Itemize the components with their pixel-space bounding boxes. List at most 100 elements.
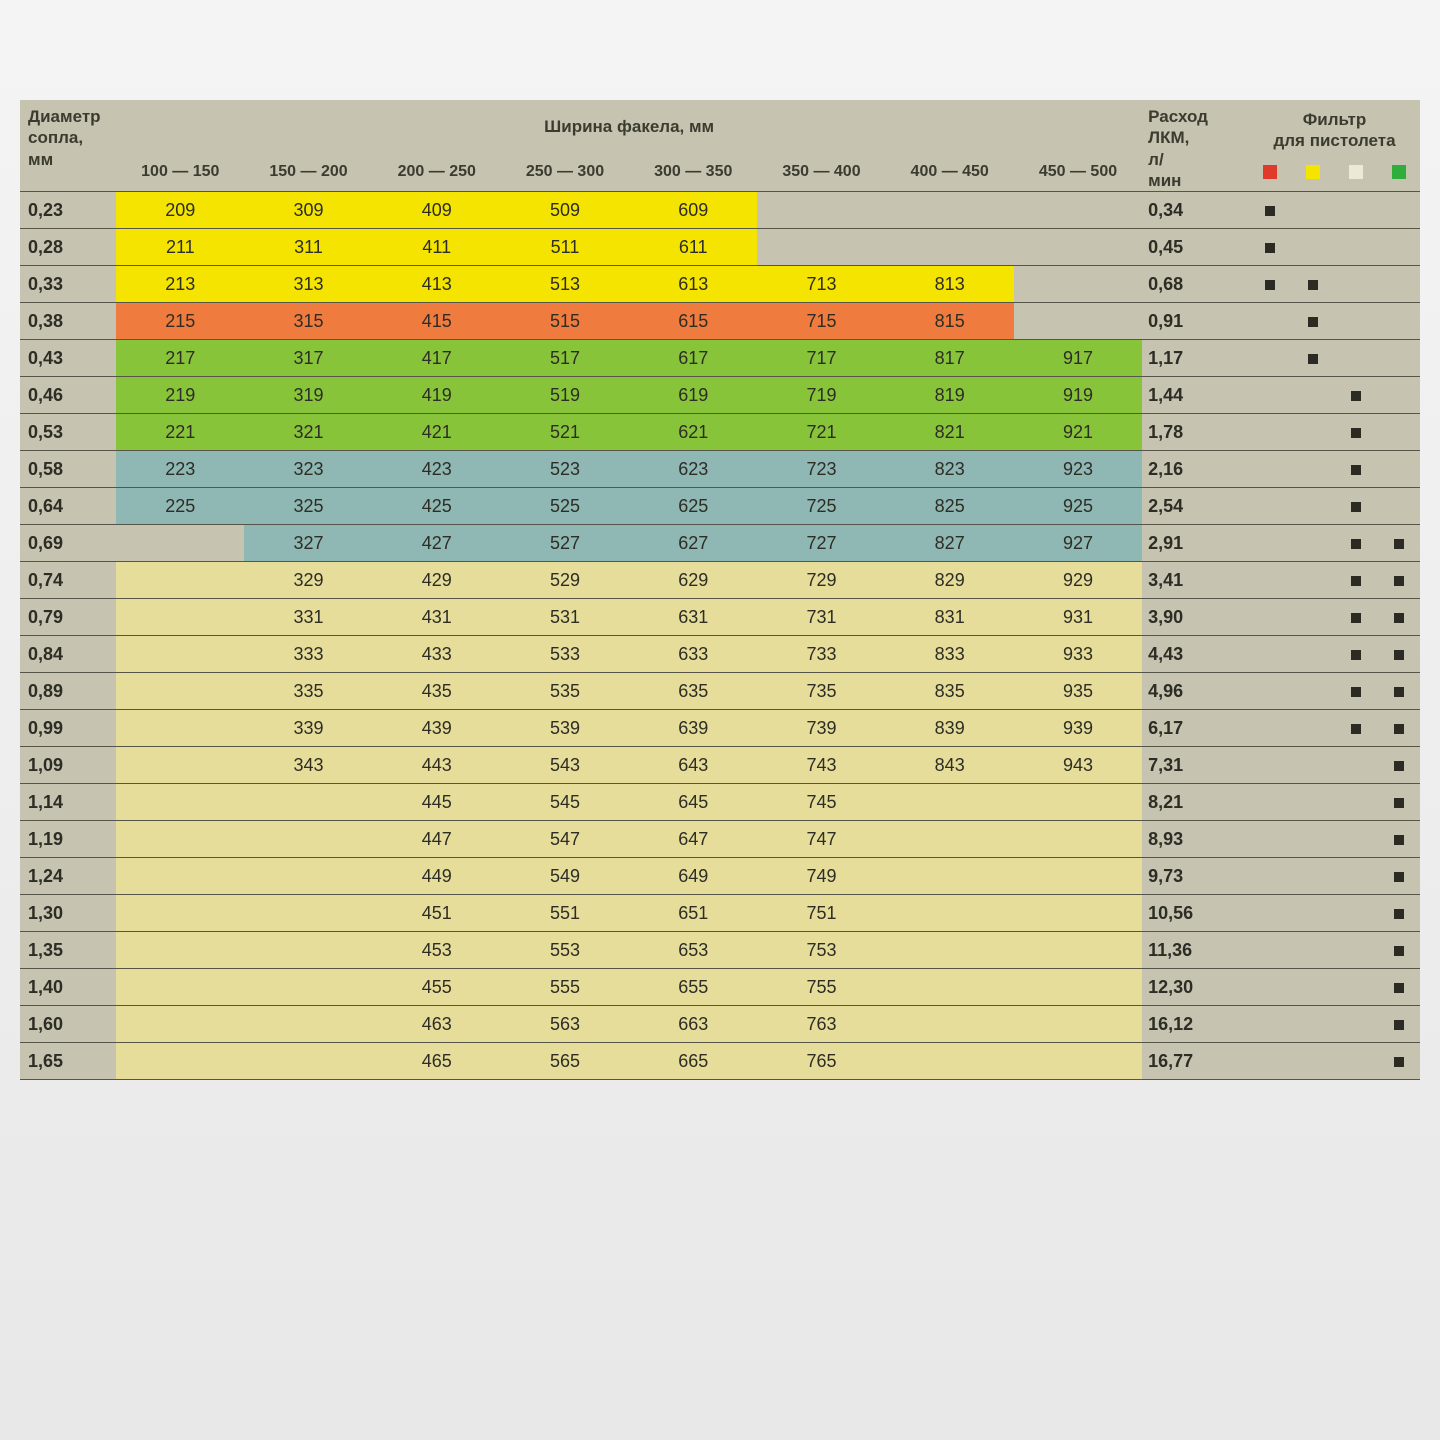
cell-value: 713 [757, 266, 885, 303]
cell-filter-mark [1292, 821, 1335, 858]
cell-value: 325 [244, 488, 372, 525]
cell-filter-mark [1334, 229, 1377, 266]
cell-diameter: 1,19 [20, 821, 116, 858]
cell-value: 923 [1014, 451, 1142, 488]
cell-filter-mark [1249, 303, 1292, 340]
cell-value: 825 [886, 488, 1014, 525]
cell-value: 755 [757, 969, 885, 1006]
cell-filter-mark [1334, 821, 1377, 858]
cell-value: 725 [757, 488, 885, 525]
cell-value: 729 [757, 562, 885, 599]
cell-value [116, 932, 244, 969]
cell-value: 749 [757, 858, 885, 895]
cell-value: 323 [244, 451, 372, 488]
cell-filter-mark [1377, 1043, 1420, 1080]
cell-value: 313 [244, 266, 372, 303]
cell-value: 823 [886, 451, 1014, 488]
cell-diameter: 1,60 [20, 1006, 116, 1043]
cell-filter-mark [1249, 673, 1292, 710]
cell-filter-mark [1377, 599, 1420, 636]
cell-filter-mark [1377, 636, 1420, 673]
cell-diameter: 0,23 [20, 192, 116, 229]
cell-filter-mark [1249, 451, 1292, 488]
cell-value [886, 784, 1014, 821]
cell-value: 615 [629, 303, 757, 340]
cell-value: 445 [373, 784, 501, 821]
cell-diameter: 1,24 [20, 858, 116, 895]
cell-value: 747 [757, 821, 885, 858]
cell-filter-mark [1249, 525, 1292, 562]
table-row: 1,194475476477478,93 [20, 821, 1420, 858]
cell-value: 813 [886, 266, 1014, 303]
table-row: 1,4045555565575512,30 [20, 969, 1420, 1006]
cell-value: 335 [244, 673, 372, 710]
cell-value: 619 [629, 377, 757, 414]
cell-value [116, 784, 244, 821]
cell-filter-mark [1334, 784, 1377, 821]
cell-value: 219 [116, 377, 244, 414]
cell-value: 817 [886, 340, 1014, 377]
cell-value: 649 [629, 858, 757, 895]
cell-value: 523 [501, 451, 629, 488]
cell-value: 545 [501, 784, 629, 821]
cell-diameter: 0,84 [20, 636, 116, 673]
cell-filter-mark [1377, 858, 1420, 895]
cell-value: 645 [629, 784, 757, 821]
table-row: 0,432173174175176177178179171,17 [20, 340, 1420, 377]
cell-filter-mark [1334, 451, 1377, 488]
cell-value [886, 192, 1014, 229]
cell-filter-mark [1334, 895, 1377, 932]
cell-value: 763 [757, 1006, 885, 1043]
cell-value [1014, 229, 1142, 266]
cell-flow: 2,54 [1142, 488, 1249, 525]
cell-value: 731 [757, 599, 885, 636]
cell-value: 417 [373, 340, 501, 377]
cell-value [886, 229, 1014, 266]
cell-value: 925 [1014, 488, 1142, 525]
cell-value: 543 [501, 747, 629, 784]
cell-diameter: 0,53 [20, 414, 116, 451]
cell-value [244, 1043, 372, 1080]
cell-filter-mark [1292, 377, 1335, 414]
table-row: 1,093434435436437438439437,31 [20, 747, 1420, 784]
cell-filter-mark [1249, 747, 1292, 784]
cell-filter-mark [1377, 192, 1420, 229]
cell-value [244, 969, 372, 1006]
cell-flow: 12,30 [1142, 969, 1249, 1006]
cell-value: 211 [116, 229, 244, 266]
cell-value: 633 [629, 636, 757, 673]
cell-value [886, 1043, 1014, 1080]
cell-filter-mark [1249, 229, 1292, 266]
cell-value: 821 [886, 414, 1014, 451]
cell-filter-mark [1334, 340, 1377, 377]
cell-filter-mark [1377, 1006, 1420, 1043]
cell-value [244, 821, 372, 858]
table-row: 0,743294295296297298299293,41 [20, 562, 1420, 599]
cell-value: 509 [501, 192, 629, 229]
cell-value: 933 [1014, 636, 1142, 673]
cell-filter-mark [1334, 673, 1377, 710]
cell-value: 631 [629, 599, 757, 636]
cell-filter-mark [1292, 1006, 1335, 1043]
cell-value: 751 [757, 895, 885, 932]
cell-value: 465 [373, 1043, 501, 1080]
cell-value: 727 [757, 525, 885, 562]
cell-value: 447 [373, 821, 501, 858]
table-row: 0,893354355356357358359354,96 [20, 673, 1420, 710]
table-row: 0,382153154155156157158150,91 [20, 303, 1420, 340]
cell-filter-mark [1292, 784, 1335, 821]
cell-value: 935 [1014, 673, 1142, 710]
cell-filter-mark [1334, 747, 1377, 784]
cell-diameter: 0,64 [20, 488, 116, 525]
cell-value: 655 [629, 969, 757, 1006]
cell-filter-mark [1334, 932, 1377, 969]
table-row: 0,232093094095096090,34 [20, 192, 1420, 229]
col-filter: Фильтр для пистолета [1249, 100, 1420, 155]
cell-value [244, 1006, 372, 1043]
cell-filter-mark [1249, 562, 1292, 599]
range-6: 400 — 450 [886, 155, 1014, 192]
cell-filter-mark [1377, 340, 1420, 377]
cell-value: 411 [373, 229, 501, 266]
cell-value: 819 [886, 377, 1014, 414]
cell-diameter: 0,38 [20, 303, 116, 340]
